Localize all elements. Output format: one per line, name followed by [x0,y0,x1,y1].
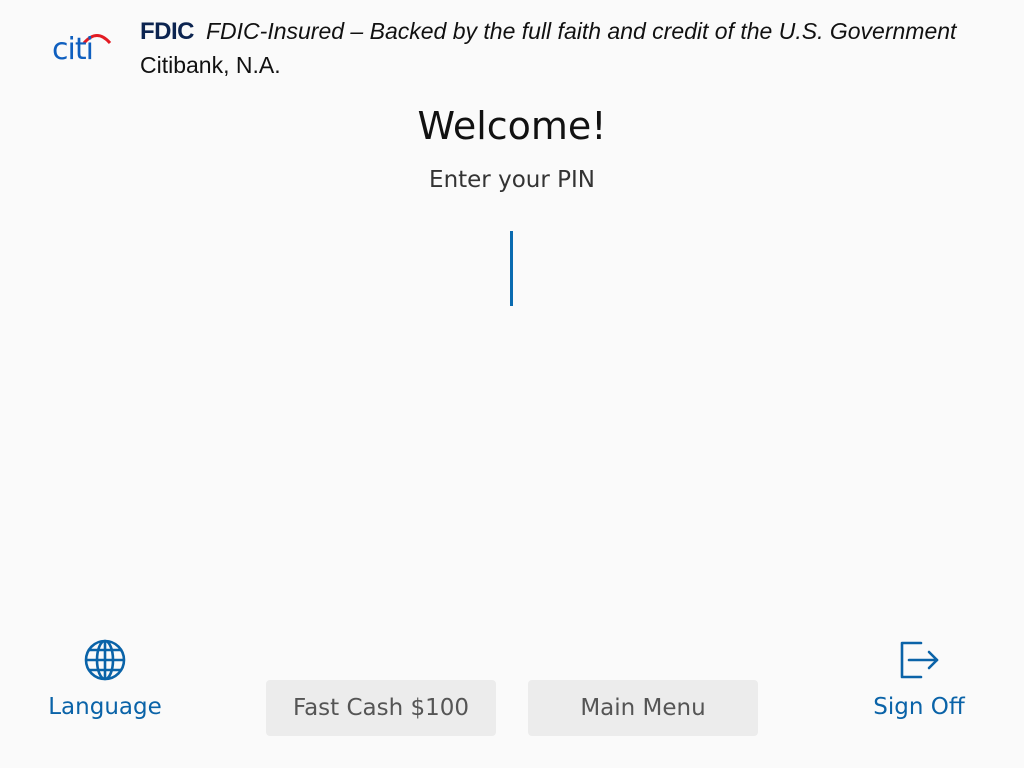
citi-logo: citi [52,30,122,70]
main-menu-button[interactable]: Main Menu [528,680,758,736]
atm-screen: citi FDIC FDIC-Insured – Backed by the f… [0,0,1024,768]
sign-off-label: Sign Off [873,694,965,720]
language-button[interactable]: Language [36,638,174,720]
pin-prompt: Enter your PIN [429,167,595,193]
citi-logo-text: citi [52,32,94,67]
bank-name: Citibank, N.A. [140,52,281,78]
fdic-statement: FDIC-Insured – Backed by the full faith … [206,18,957,44]
fast-cash-button[interactable]: Fast Cash $100 [266,680,496,736]
fdic-banner: FDIC FDIC-Insured – Backed by the full f… [140,18,956,48]
globe-icon [84,639,126,681]
exit-icon [900,641,939,679]
sign-off-button[interactable]: Sign Off [858,638,980,720]
text-cursor [510,231,513,306]
pin-input[interactable] [412,224,612,314]
page-title: Welcome! [417,104,607,148]
language-label: Language [48,694,162,720]
fdic-logo: FDIC [140,18,195,45]
